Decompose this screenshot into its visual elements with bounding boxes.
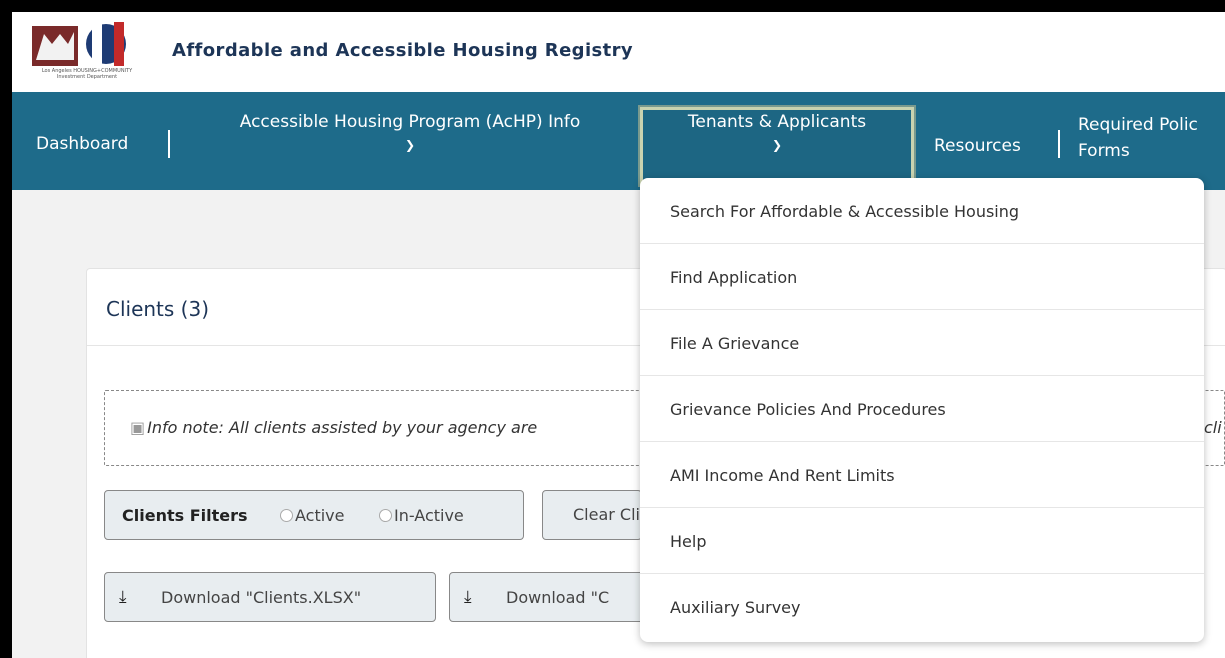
clients-title: Clients (3): [106, 297, 210, 321]
tenants-dropdown-menu: Search For Affordable & Accessible Housi…: [640, 178, 1204, 642]
inactive-radio[interactable]: [379, 509, 392, 522]
nav-required-line2: Forms: [1078, 141, 1130, 161]
clear-filters-button[interactable]: Clear Cli: [542, 490, 642, 540]
site-title: Affordable and Accessible Housing Regist…: [172, 40, 634, 61]
nav-tenants-label: Tenants & Applicants: [687, 112, 867, 132]
download-xlsx-label: Download "Clients.XLSX": [161, 588, 362, 607]
nav-resources[interactable]: Resources: [934, 136, 1021, 156]
download-icon: ⤓: [464, 587, 472, 607]
menu-item-ami-limits[interactable]: AMI Income And Rent Limits: [640, 442, 1204, 508]
nav-achp-label: Accessible Housing Program (AcHP) Info: [239, 112, 581, 132]
clients-filters-label: Clients Filters: [122, 506, 248, 525]
nav-required-line1: Required Polic: [1078, 115, 1198, 135]
nav-separator: [168, 130, 170, 158]
active-radio[interactable]: [280, 509, 293, 522]
download-other-label: Download "C: [506, 588, 610, 607]
menu-item-help[interactable]: Help: [640, 508, 1204, 574]
app-frame: Los Angeles HOUSING+COMMUNITY Investment…: [12, 12, 1225, 658]
inactive-radio-label[interactable]: In-Active: [394, 506, 464, 525]
menu-item-search-housing[interactable]: Search For Affordable & Accessible Housi…: [640, 178, 1204, 244]
menu-item-grievance-policies[interactable]: Grievance Policies And Procedures: [640, 376, 1204, 442]
menu-item-file-grievance[interactable]: File A Grievance: [640, 310, 1204, 376]
logo-caption: Los Angeles HOUSING+COMMUNITY Investment…: [41, 68, 133, 80]
nav-tenants-applicants[interactable]: Tenants & Applicants ❯: [652, 112, 902, 152]
info-note-tail: cli: [1204, 418, 1222, 437]
nav-dashboard[interactable]: Dashboard: [36, 134, 128, 154]
menu-item-find-application[interactable]: Find Application: [640, 244, 1204, 310]
chevron-down-icon: ❯: [771, 138, 783, 152]
nav-required-policies[interactable]: Required Polic Forms: [1078, 112, 1198, 164]
download-other-button[interactable]: ⤓ Download "C: [449, 572, 649, 622]
download-xlsx-button[interactable]: ⤓ Download "Clients.XLSX": [104, 572, 436, 622]
nav-achp-info[interactable]: Accessible Housing Program (AcHP) Info ❯: [200, 112, 620, 152]
chevron-down-icon: ❯: [404, 138, 416, 152]
info-note-label: Info note:: [147, 418, 224, 437]
broken-image-icon: ▣: [130, 418, 146, 437]
download-icon: ⤓: [119, 587, 127, 607]
menu-item-auxiliary-survey[interactable]: Auxiliary Survey: [640, 574, 1204, 640]
active-radio-label[interactable]: Active: [295, 506, 345, 525]
info-note: ▣ Info note: All clients assisted by your…: [130, 418, 537, 437]
nav-separator: [1058, 130, 1060, 158]
info-note-text: All clients assisted by your agency are: [229, 418, 538, 437]
